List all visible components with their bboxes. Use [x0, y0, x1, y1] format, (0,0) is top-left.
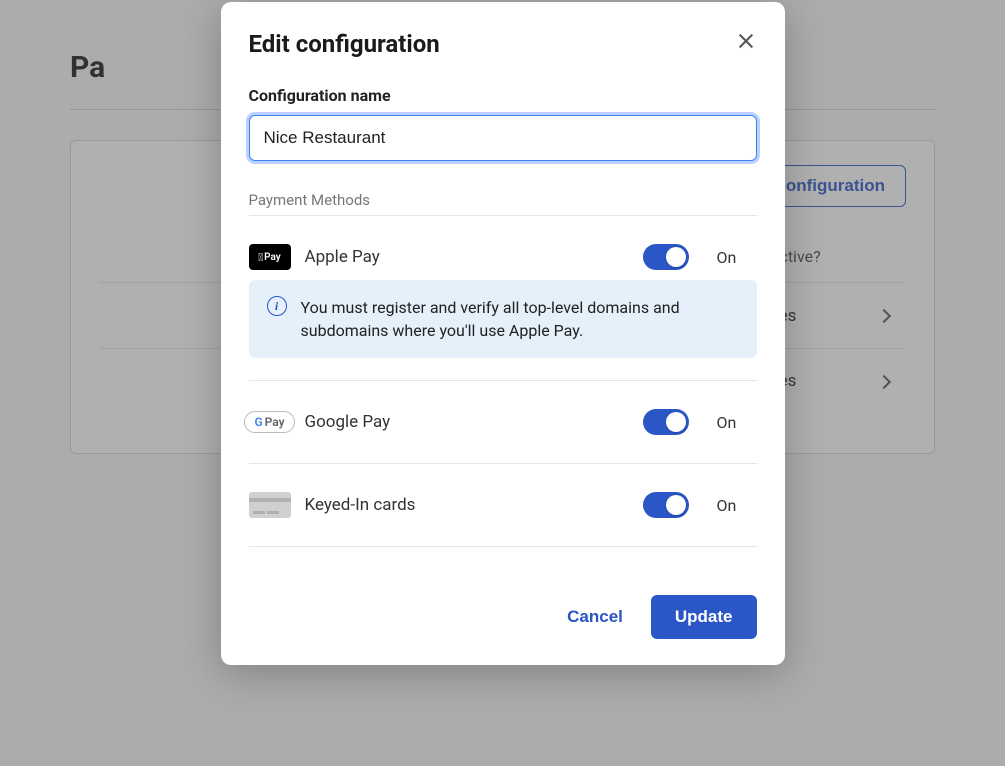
config-name-label: Configuration name [249, 86, 757, 105]
config-name-input[interactable] [249, 115, 757, 161]
toggle-state-label: On [717, 413, 757, 432]
payment-methods-label: Payment Methods [249, 191, 757, 209]
info-icon: i [267, 296, 287, 316]
toggle-state-label: On [717, 496, 757, 515]
toggle-state-label: On [717, 248, 757, 267]
google-pay-toggle[interactable] [643, 409, 689, 435]
google-pay-icon: GPay [244, 411, 294, 433]
payment-method-label: Apple Pay [305, 247, 629, 267]
cancel-button[interactable]: Cancel [547, 595, 643, 639]
close-icon [737, 32, 755, 50]
payment-method-label: Google Pay [305, 412, 629, 432]
modal-title: Edit configuration [249, 30, 440, 58]
edit-configuration-modal: Edit configuration Configuration name Pa… [221, 2, 785, 665]
update-button[interactable]: Update [651, 595, 757, 639]
info-text: You must register and verify all top-lev… [301, 296, 739, 342]
payment-method-keyed-in: Keyed-In cards On [249, 464, 757, 547]
card-icon [249, 492, 291, 518]
apple-pay-info-banner: i You must register and verify all top-l… [249, 280, 757, 358]
keyed-in-toggle[interactable] [643, 492, 689, 518]
payment-method-label: Keyed-In cards [305, 495, 629, 515]
apple-pay-icon: Pay [249, 244, 291, 270]
close-button[interactable] [735, 30, 757, 52]
payment-method-apple-pay: Pay Apple Pay On [249, 216, 757, 288]
payment-method-google-pay: GPay Google Pay On [249, 381, 757, 464]
apple-pay-toggle[interactable] [643, 244, 689, 270]
modal-overlay: Edit configuration Configuration name Pa… [0, 0, 1005, 766]
